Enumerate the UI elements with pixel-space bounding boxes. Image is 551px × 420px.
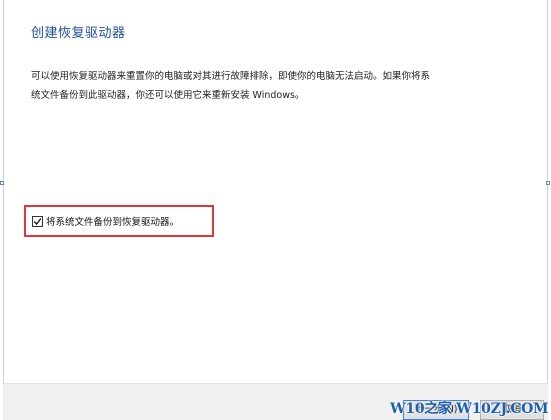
dialog-title: 创建恢复驱动器	[31, 26, 126, 41]
dialog-footer: 下一步(N) 取消	[3, 383, 548, 420]
backup-system-files-checkbox-row[interactable]: 将系统文件备份到恢复驱动器。	[32, 214, 179, 228]
next-button[interactable]: 下一步(N)	[403, 400, 469, 420]
backup-system-files-checkbox[interactable]	[32, 215, 43, 227]
description-text: 可以使用恢复驱动器来重置你的电脑或对其进行故障排除，即使你的电脑无法启动。如果你…	[31, 67, 501, 105]
description-line-1: 可以使用恢复驱动器来重置你的电脑或对其进行故障排除，即使你的电脑无法启动。如果你…	[31, 71, 431, 82]
backup-system-files-label: 将系统文件备份到恢复驱动器。	[46, 217, 180, 228]
checkmark-icon	[33, 217, 42, 225]
left-resize-handle[interactable]	[0, 181, 4, 185]
cancel-button[interactable]: 取消	[480, 400, 544, 420]
description-line-2: 统文件备份到此驱动器，你还可以使用它来重新安装 Windows。	[31, 90, 305, 101]
right-resize-handle[interactable]	[546, 181, 550, 185]
